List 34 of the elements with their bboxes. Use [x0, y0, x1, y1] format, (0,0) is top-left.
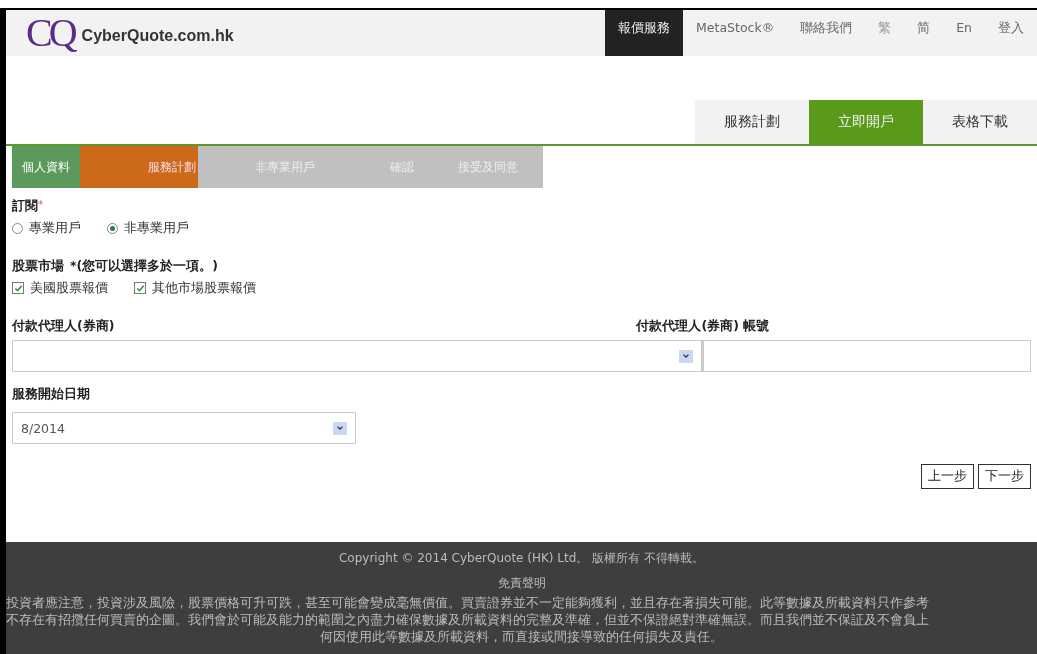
caret-icon — [333, 421, 347, 435]
option-label: 非專業用戶 — [124, 219, 189, 237]
nav-link[interactable]: 登入 — [985, 10, 1037, 56]
nav-link[interactable]: MetaStock® — [683, 10, 788, 56]
subnav-tab[interactable]: 服務計劃 — [695, 100, 809, 144]
nav-link[interactable]: En — [943, 10, 985, 56]
required-mark: * — [38, 198, 44, 211]
field-label: 訂閱 — [12, 198, 38, 215]
option-label: 專業用戶 — [29, 219, 81, 237]
logo[interactable]: CQ — [26, 13, 74, 53]
step-button[interactable]: 上一步 — [921, 464, 974, 489]
checkbox[interactable] — [134, 282, 146, 294]
copyright-text: Copyright © 2014 CyberQuote (HK) Ltd。 版權所有 不得轉載。 — [338, 550, 704, 567]
field-label: 付款代理人(券商) 帳號 — [636, 318, 770, 335]
nav-link[interactable]: 報價服務 — [605, 10, 684, 56]
field-note: *(您可以選擇多於一項。) — [70, 258, 218, 275]
nav-link[interactable]: 简 — [904, 10, 944, 56]
checkbox[interactable] — [12, 282, 24, 294]
field-label: 服務開始日期 — [12, 386, 90, 403]
field-label: 股票市場 — [12, 258, 64, 275]
date-select[interactable]: 8/2014 — [12, 412, 356, 444]
caret-icon — [679, 349, 693, 363]
nav-link[interactable]: 聯絡我們 — [787, 10, 866, 56]
site-name: CyberQuote.com.hk — [81, 27, 234, 45]
option-label: 美國股票報價 — [30, 279, 108, 297]
account-field[interactable] — [702, 340, 1031, 372]
subnav-tab[interactable]: 表格下載 — [923, 100, 1037, 144]
option-label: 其他市場股票報價 — [152, 279, 256, 297]
field-label: 付款代理人(券商) — [12, 318, 115, 335]
disclaimer-title: 免責聲明 — [497, 575, 546, 592]
disclaimer-text: 何因使用此等數據及所載資料，而直接或間接導致的任何損失及責任。 — [320, 628, 723, 645]
disclaimer-text: 不存在有招攬任何買賣的企圖。我們會於可能及能力的範圍之內盡力確保數據及所載資料的完整及準確，但並不保證絕對準確無誤。而且我們並不保証及不會負上 — [6, 611, 929, 628]
step-button[interactable]: 下一步 — [978, 464, 1031, 489]
disclaimer-text: 投資者應注意，投資涉及風險，股票價格可升可跌，甚至可能會變成毫無價值。買賣證券並不一定能夠獲利，並且存在著損失可能。此等數據及所載資料只作參考 — [6, 594, 929, 611]
